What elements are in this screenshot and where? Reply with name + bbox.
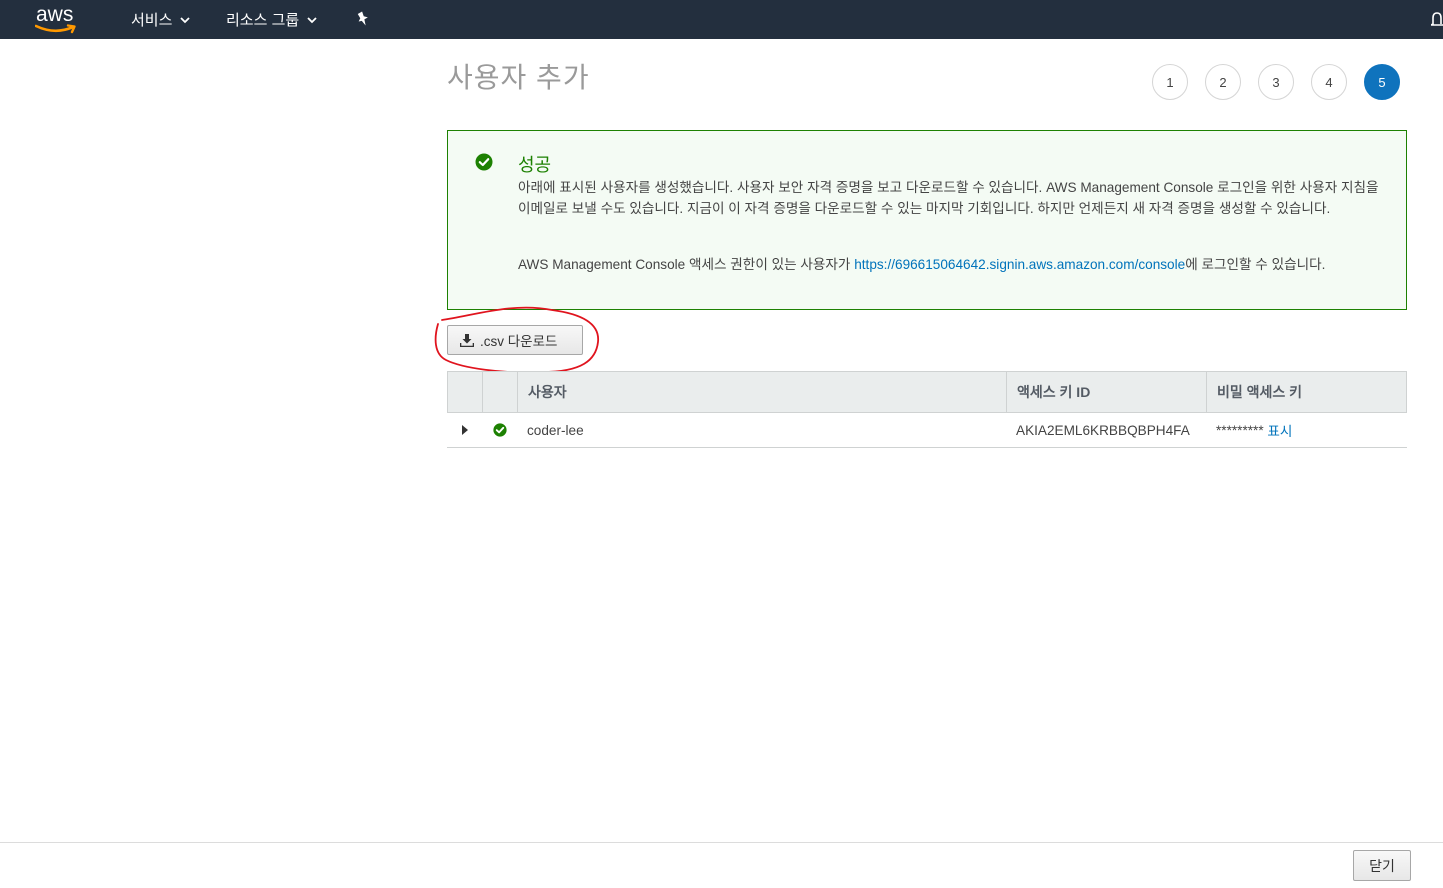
resource-groups-label: 리소스 그룹	[226, 12, 300, 29]
download-icon	[460, 333, 474, 347]
access-key-id-cell: AKIA2EML6KRBBQBPH4FA	[1016, 422, 1190, 438]
expand-column-header	[448, 372, 483, 412]
download-csv-label: .csv 다운로드	[480, 334, 558, 349]
close-button[interactable]: 닫기	[1353, 850, 1411, 881]
user-column-header[interactable]: 사용자	[518, 372, 1007, 412]
access-key-column-header[interactable]: 액세스 키 ID	[1007, 372, 1207, 412]
console-prefix: AWS Management Console 액세스 권한이 있는 사용자가	[518, 257, 855, 272]
console-signin-text: AWS Management Console 액세스 권한이 있는 사용자가 h…	[518, 254, 1398, 275]
show-secret-link[interactable]: 표시	[1267, 420, 1292, 440]
pin-icon[interactable]	[355, 11, 371, 32]
footer-divider	[0, 842, 1443, 843]
page-title: 사용자 추가	[447, 62, 590, 93]
smile-arrow-icon	[35, 24, 76, 34]
table-row: coder-lee AKIA2EML6KRBBQBPH4FA *********…	[447, 413, 1407, 448]
caret-right-icon	[461, 425, 468, 435]
chevron-down-icon	[307, 11, 317, 28]
step-2[interactable]: 2	[1205, 64, 1241, 100]
aws-logo[interactable]: aws	[34, 3, 80, 35]
services-menu[interactable]: 서비스	[131, 0, 191, 39]
services-label: 서비스	[131, 12, 173, 29]
secret-key-cell: ********* 표시	[1206, 413, 1405, 447]
bell-icon[interactable]	[1430, 10, 1443, 33]
alert-title: 성공	[518, 155, 552, 175]
alert-body: 아래에 표시된 사용자를 생성했습니다. 사용자 보안 자격 증명을 보고 다운…	[518, 180, 1379, 216]
step-5[interactable]: 5	[1364, 64, 1400, 100]
user-credentials-table: 사용자 액세스 키 ID 비밀 액세스 키 coder-lee AKIA2EML…	[447, 371, 1407, 448]
resource-groups-menu[interactable]: 리소스 그룹	[226, 0, 317, 39]
success-alert: 성공 아래에 표시된 사용자를 생성했습니다. 사용자 보안 자격 증명을 보고…	[447, 130, 1407, 310]
status-cell	[482, 413, 517, 447]
console-signin-link[interactable]: https://696615064642.signin.aws.amazon.c…	[854, 257, 1185, 272]
top-nav: aws 서비스 리소스 그룹	[0, 0, 1443, 39]
step-1[interactable]: 1	[1152, 64, 1188, 100]
table-header: 사용자 액세스 키 ID 비밀 액세스 키	[447, 371, 1407, 413]
secret-key-masked: *********	[1216, 422, 1264, 438]
step-3[interactable]: 3	[1258, 64, 1294, 100]
expand-row-toggle[interactable]	[447, 413, 482, 447]
wizard-steps: 1 2 3 4 5	[1152, 64, 1400, 100]
status-column-header	[483, 372, 518, 412]
console-suffix: 에 로그인할 수 있습니다.	[1185, 257, 1326, 272]
step-4[interactable]: 4	[1311, 64, 1347, 100]
download-csv-button[interactable]: .csv 다운로드	[447, 325, 583, 355]
check-circle-icon	[492, 423, 507, 437]
user-name-cell: coder-lee	[527, 422, 584, 438]
check-circle-icon	[475, 153, 493, 176]
chevron-down-icon	[180, 11, 191, 28]
secret-key-column-header[interactable]: 비밀 액세스 키	[1207, 372, 1406, 412]
